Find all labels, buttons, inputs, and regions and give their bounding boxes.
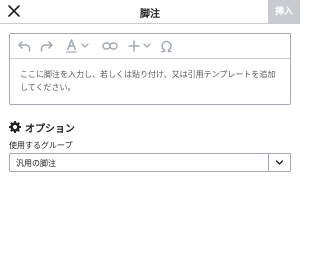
link-button[interactable] bbox=[102, 39, 118, 53]
omega-icon bbox=[160, 40, 172, 52]
dialog-title: 脚注 bbox=[140, 9, 160, 20]
link-icon bbox=[102, 42, 118, 50]
gear-icon bbox=[9, 121, 21, 133]
special-character-button[interactable] bbox=[159, 39, 173, 53]
redo-icon bbox=[40, 40, 53, 52]
editor-toolbar bbox=[10, 34, 290, 59]
chevron-down-icon bbox=[275, 160, 284, 165]
redo-button[interactable] bbox=[39, 39, 53, 53]
group-select-toggle[interactable] bbox=[268, 154, 290, 171]
plus-icon bbox=[128, 40, 151, 52]
undo-button[interactable] bbox=[17, 39, 31, 53]
dialog-header: 脚注 挿入 bbox=[0, 0, 300, 24]
undo-icon bbox=[17, 40, 30, 52]
text-style-icon bbox=[66, 39, 89, 53]
group-label: 使用するグループ bbox=[9, 141, 73, 150]
group-select[interactable]: 汎用の脚注 bbox=[9, 153, 291, 172]
group-select-value: 汎用の脚注 bbox=[16, 159, 56, 168]
insert-menu-button[interactable] bbox=[128, 39, 154, 53]
text-style-button[interactable] bbox=[65, 39, 91, 53]
options-heading: オプション bbox=[9, 120, 75, 135]
footnote-editor[interactable]: ここに脚注を入力し、若しくは貼り付け、又は引用テンプレートを追加してください。 bbox=[9, 33, 291, 105]
insert-button[interactable]: 挿入 bbox=[268, 0, 300, 24]
options-title: オプション bbox=[25, 123, 75, 135]
editor-placeholder: ここに脚注を入力し、若しくは貼り付け、又は引用テンプレートを追加してください。 bbox=[20, 70, 276, 92]
